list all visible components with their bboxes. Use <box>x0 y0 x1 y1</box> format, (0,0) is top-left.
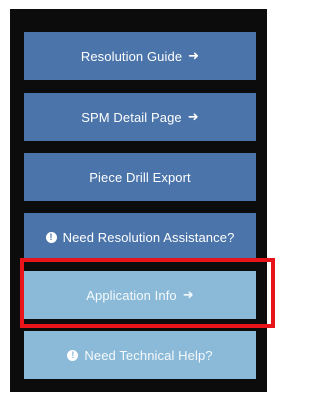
arrow-right-icon: ➜ <box>188 48 200 63</box>
spm-detail-page-label: SPM Detail Page <box>81 109 182 125</box>
need-resolution-assistance-label: Need Resolution Assistance? <box>62 229 235 245</box>
arrow-right-icon: ➜ <box>187 109 199 124</box>
need-technical-help-label: Need Technical Help? <box>84 347 213 363</box>
need-resolution-assistance-button[interactable]: ! Need Resolution Assistance? <box>24 213 256 261</box>
arrow-right-icon: ➜ <box>182 287 194 302</box>
application-info-label: Application Info <box>86 287 177 303</box>
piece-drill-export-label: Piece Drill Export <box>89 169 191 185</box>
application-info-button[interactable]: Application Info ➜ <box>24 271 256 319</box>
resolution-guide-label: Resolution Guide <box>80 48 183 64</box>
info-icon: ! <box>67 349 79 361</box>
spm-detail-page-button[interactable]: SPM Detail Page ➜ <box>24 93 256 141</box>
info-icon: ! <box>45 231 57 243</box>
piece-drill-export-button[interactable]: Piece Drill Export <box>24 153 256 201</box>
need-technical-help-button[interactable]: ! Need Technical Help? <box>24 331 256 379</box>
resolution-guide-button[interactable]: Resolution Guide ➜ <box>24 32 256 80</box>
